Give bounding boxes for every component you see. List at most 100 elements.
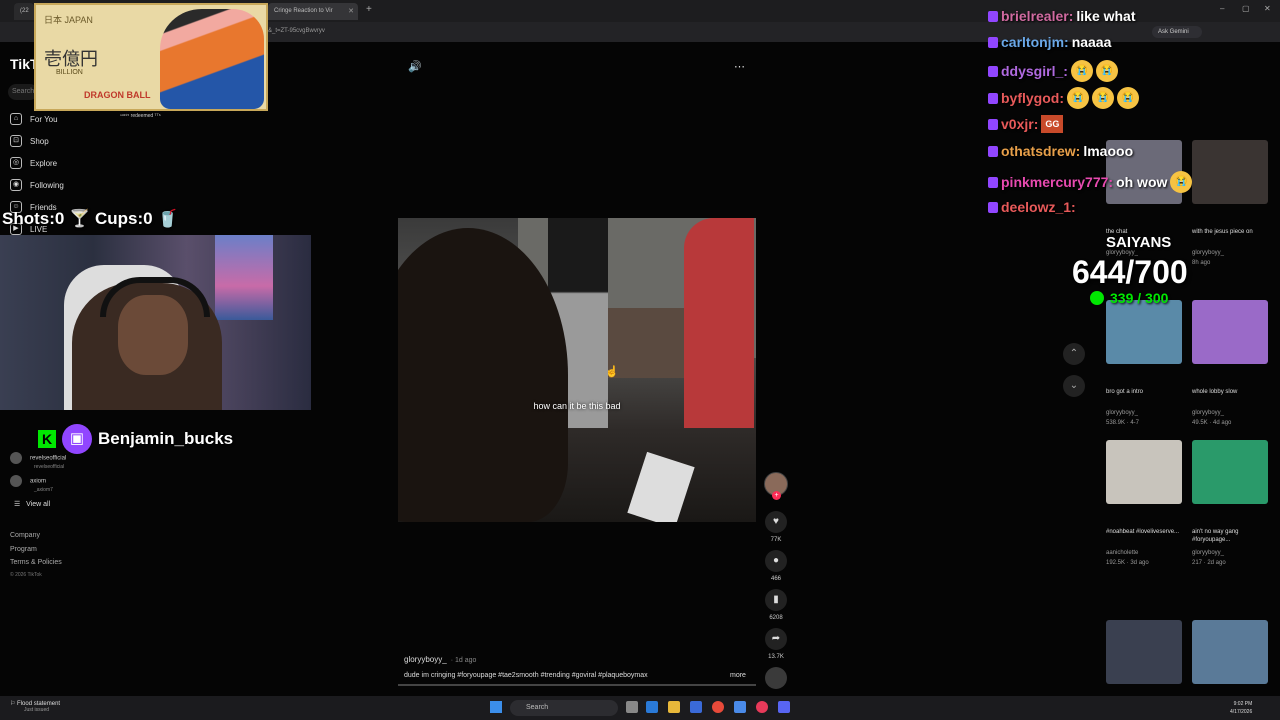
ask-gemini-button[interactable]: Ask Gemini xyxy=(1152,26,1202,38)
weather-news-widget[interactable]: ⚐ Flood statement Just issued xyxy=(10,700,60,713)
video-thumbnail[interactable] xyxy=(1106,300,1182,364)
thumbnail-caption[interactable]: #noahbeat #loveliveserve... xyxy=(1106,528,1186,536)
thumbnail-stats: 192.5K · 3d ago xyxy=(1106,560,1149,566)
footer-program-link[interactable]: Program xyxy=(10,546,37,553)
avatar xyxy=(10,452,22,464)
nav-for-you[interactable]: ⌂ For You xyxy=(10,113,58,125)
chat-username[interactable]: carltonjm: xyxy=(1001,34,1069,50)
crying-emoji-icon: 😭 xyxy=(1117,87,1139,109)
windows-start-icon[interactable] xyxy=(490,701,502,713)
volume-icon[interactable]: 🔊 xyxy=(408,60,422,73)
chat-username[interactable]: pinkmercury777: xyxy=(1001,174,1113,190)
crying-emoji-icon: 😭 xyxy=(1095,60,1118,82)
sub-goal-value: 339 / 300 xyxy=(1110,290,1169,306)
discord-icon[interactable] xyxy=(778,701,790,713)
app-icon[interactable] xyxy=(690,701,702,713)
thumbnail-caption[interactable]: bro got a intro xyxy=(1106,388,1186,396)
window-close-button[interactable]: ✕ xyxy=(1264,4,1271,13)
video-thumbnail[interactable] xyxy=(1106,440,1182,504)
more-options-icon[interactable]: ⋯ xyxy=(734,60,745,73)
music-disc-icon[interactable] xyxy=(765,667,787,689)
nav-following[interactable]: ◉ Following xyxy=(10,179,64,191)
browser-tab[interactable]: (22 xyxy=(14,3,34,20)
card-japan-text: 日本 JAPAN xyxy=(44,15,93,25)
edge-icon[interactable] xyxy=(646,701,658,713)
minimize-button[interactable]: – xyxy=(1220,4,1224,13)
crying-emoji-icon: 😭 xyxy=(1170,171,1193,193)
goku-illustration xyxy=(160,9,264,109)
thumbnail-author[interactable]: gloryyboyy_ xyxy=(1192,550,1224,556)
thumbnail-author[interactable]: gloryyboyy_ xyxy=(1192,410,1224,416)
thumbnail-caption[interactable]: ain't no way gang #foryoupage... xyxy=(1192,528,1272,544)
chat-username[interactable]: othatsdrew: xyxy=(1001,143,1080,159)
chat-username[interactable]: v0xjr: xyxy=(1001,116,1038,132)
video-thumbnail[interactable] xyxy=(1106,620,1182,684)
view-all-link[interactable]: ☰ View all xyxy=(14,500,50,508)
thumbnail-author[interactable]: gloryyboyy_ xyxy=(1192,250,1224,256)
video-player[interactable]: how can it be this bad xyxy=(398,218,756,522)
video-thumbnail[interactable] xyxy=(1192,440,1268,504)
video-thumbnail[interactable] xyxy=(1192,140,1268,204)
share-button[interactable]: ➦ xyxy=(765,628,787,650)
save-button[interactable]: ▮ xyxy=(765,589,787,611)
browser-tab-active[interactable]: Cringe Reaction to Vir ✕ xyxy=(268,3,358,20)
headphones xyxy=(100,277,210,317)
clock-date: 4/17/2026 xyxy=(1230,709,1253,715)
thumbnail-caption[interactable]: whole lobby slow xyxy=(1192,388,1272,396)
tab-label: (22 xyxy=(20,8,29,14)
chat-text: like what xyxy=(1076,8,1136,24)
screen: (22 Cringe Reaction to Vir ✕ + – ▢ ✕ &_t=… xyxy=(0,0,1280,720)
card-logo-text: DRAGON BALL xyxy=(84,90,151,100)
system-clock[interactable]: 9:02 PM 4/17/2026 xyxy=(1230,700,1252,716)
video-progress-bar[interactable] xyxy=(398,684,756,686)
more-link[interactable]: more xyxy=(730,672,746,679)
maximize-button[interactable]: ▢ xyxy=(1242,4,1250,13)
sub-goal-counter: 339 / 300 xyxy=(1090,290,1168,306)
tab-label: Cringe Reaction to Vir xyxy=(274,8,333,14)
chat-username[interactable]: deelowz_1: xyxy=(1001,199,1076,215)
chat-username[interactable]: byflygod: xyxy=(1001,90,1064,106)
footer-terms-link[interactable]: Terms & Policies xyxy=(10,559,62,566)
thumbnail-author[interactable]: aanicholette xyxy=(1106,550,1138,556)
following-account[interactable]: axiom _axiom7 xyxy=(10,475,53,493)
like-button[interactable]: ♥ xyxy=(765,511,787,533)
crying-emoji-icon: 😭 xyxy=(1092,87,1114,109)
previous-video-button[interactable]: ⌃ xyxy=(1063,343,1085,365)
card-billion-text: BILLION xyxy=(56,69,83,76)
thumbnail-caption[interactable]: with the jesus piece on xyxy=(1192,228,1272,236)
chat-message: brielrealer: like what xyxy=(988,8,1136,24)
copyright: © 2026 TikTok xyxy=(10,572,42,578)
video-thumbnail[interactable] xyxy=(1192,620,1268,684)
chevron-up-icon: ⌃ xyxy=(1069,348,1079,359)
file-explorer-icon[interactable] xyxy=(668,701,680,713)
video-description: dude im cringing #foryoupage #tae2smooth… xyxy=(404,672,648,679)
nav-explore[interactable]: ◎ Explore xyxy=(10,157,57,169)
comment-button[interactable]: ● xyxy=(765,550,787,572)
view-all-label: View all xyxy=(26,501,51,508)
obs-icon[interactable] xyxy=(756,701,768,713)
chrome-icon[interactable] xyxy=(712,701,724,713)
card-yen-text: 壱億円 xyxy=(44,49,98,69)
chat-username[interactable]: brielrealer: xyxy=(1001,8,1073,24)
video-author[interactable]: gloryyboyy_ · 1d ago xyxy=(404,655,476,664)
nav-shop[interactable]: ⊡ Shop xyxy=(10,135,49,147)
video-thumbnail[interactable] xyxy=(1192,300,1268,364)
compass-icon: ◎ xyxy=(10,157,22,169)
following-account[interactable]: revelseofficial revelseofficial xyxy=(10,452,66,470)
new-tab-button[interactable]: + xyxy=(366,4,372,15)
steam-icon[interactable] xyxy=(734,701,746,713)
chat-username[interactable]: ddysgirl_: xyxy=(1001,63,1068,79)
footer-company-link[interactable]: Company xyxy=(10,532,40,539)
taskbar-search-label: Search xyxy=(526,704,549,711)
kick-icon: K xyxy=(38,430,56,448)
thumbnail-author[interactable]: gloryyboyy_ xyxy=(1106,410,1138,416)
follow-button[interactable]: + xyxy=(772,491,781,500)
twitch-badge-icon xyxy=(988,118,998,130)
next-video-button[interactable]: ⌄ xyxy=(1063,375,1085,397)
chat-message: carltonjm: naaaa xyxy=(988,34,1111,50)
taskbar-search[interactable]: Search xyxy=(510,700,618,716)
task-view-icon[interactable] xyxy=(626,701,638,713)
shop-icon: ⊡ xyxy=(10,135,22,147)
close-icon[interactable]: ✕ xyxy=(348,7,354,15)
url-field[interactable]: &_t=ZT-95cvgBwvryv xyxy=(268,28,325,34)
